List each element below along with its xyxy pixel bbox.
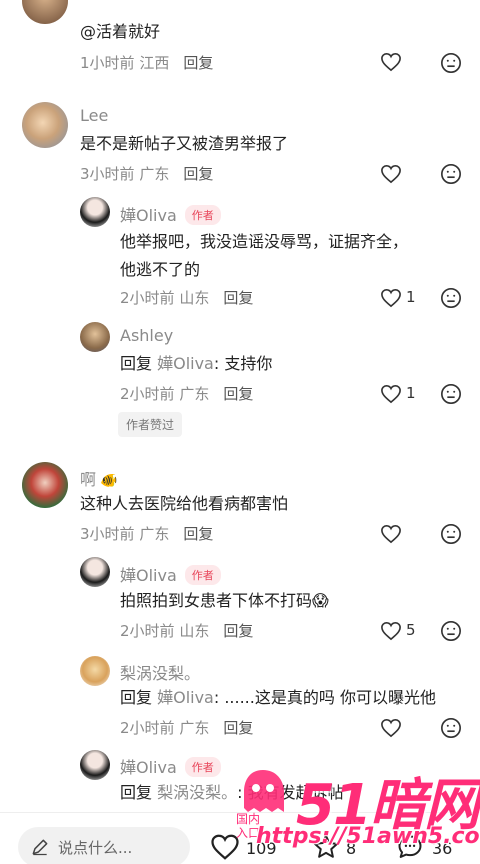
- commenter-name[interactable]: 嬅Oliva 作者: [120, 202, 221, 226]
- avatar[interactable]: [22, 462, 68, 508]
- reply-button[interactable]: 回复: [183, 525, 213, 543]
- meh-face-icon[interactable]: [440, 52, 462, 74]
- comment-input-placeholder: 说点什么...: [58, 839, 133, 857]
- comment-text: 这种人去医院给他看病都害怕: [80, 494, 289, 513]
- heart-icon[interactable]: [380, 164, 402, 184]
- star-icon[interactable]: [312, 833, 340, 861]
- reply-button[interactable]: 回复: [223, 289, 253, 307]
- meh-face-icon[interactable]: [440, 163, 462, 185]
- name-text[interactable]: 嬅Oliva: [120, 758, 177, 777]
- comment-region: 广东: [179, 385, 210, 403]
- name-text[interactable]: 嬅Oliva: [120, 206, 177, 225]
- comment-bubble-icon[interactable]: [396, 833, 424, 861]
- like-count: 1: [406, 384, 416, 402]
- comment-region: 江西: [139, 54, 170, 72]
- comment-time: 2小时前: [120, 622, 175, 640]
- avatar[interactable]: [22, 102, 68, 148]
- heart-icon[interactable]: [380, 52, 402, 72]
- reply-text: : ......这是真的吗 你可以曝光他: [213, 688, 436, 707]
- comment-meta: 3小时前 广东 回复: [80, 163, 213, 184]
- star-count: 8: [346, 839, 357, 858]
- comment-text: 回复 梨涡没梨。: 我有发起诉帖: [120, 779, 344, 807]
- meh-face-icon[interactable]: [440, 620, 462, 642]
- reply-button[interactable]: 回复: [223, 385, 253, 403]
- author-liked-badge: 作者赞过: [118, 412, 183, 437]
- comment-meta: 3小时前 广东 回复: [80, 523, 213, 544]
- meh-face-icon[interactable]: [440, 383, 462, 405]
- author-tag: 作者: [184, 757, 221, 777]
- comment-count: 36: [432, 839, 453, 858]
- comment-text: @活着就好: [80, 22, 161, 41]
- comment-body: 拍照拍到女患者下体不打码: [120, 591, 313, 610]
- commenter-name[interactable]: 嬅Oliva 作者: [120, 754, 221, 778]
- name-text[interactable]: 嬅Oliva: [120, 566, 177, 585]
- comment-text: 回复 嬅Oliva: 支持你: [120, 350, 272, 378]
- avatar[interactable]: [80, 656, 110, 686]
- reply-target[interactable]: 梨涡没梨。: [157, 783, 237, 802]
- reply-text: : 我有发起诉帖: [237, 783, 344, 802]
- commenter-name[interactable]: 嬅Oliva 作者: [120, 562, 221, 586]
- like-count: 1: [406, 288, 416, 306]
- comment-text: 是不是新帖子又被渣男举报了: [80, 134, 289, 153]
- comment-meta: 2小时前 山东 回复: [120, 287, 253, 308]
- avatar[interactable]: [22, 0, 68, 24]
- heart-icon[interactable]: [380, 621, 402, 641]
- comment-region: 山东: [179, 622, 210, 640]
- reply-prefix: 回复: [120, 688, 158, 707]
- comment-time: 1小时前: [80, 54, 135, 72]
- meh-face-icon[interactable]: [440, 717, 462, 739]
- reply-button[interactable]: 回复: [223, 622, 253, 640]
- heart-icon[interactable]: [380, 718, 402, 738]
- comment-time: 2小时前: [120, 289, 175, 307]
- avatar[interactable]: [80, 750, 110, 780]
- pen-icon: [32, 839, 48, 856]
- comment-meta: 2小时前 广东 回复: [120, 717, 253, 738]
- avatar[interactable]: [80, 197, 110, 227]
- comment-region: 广东: [179, 719, 210, 737]
- heart-icon[interactable]: [380, 524, 402, 544]
- commenter-name[interactable]: Lee: [80, 106, 108, 125]
- bottom-action-bar: 说点什么... 109 8 36: [0, 812, 480, 864]
- comment-text: 他举报吧，我没造谣没辱骂，证据齐全，他逃不了的: [120, 232, 409, 279]
- comment-region: 广东: [139, 165, 170, 183]
- comment-region: 广东: [139, 525, 170, 543]
- comment-meta: 2小时前 广东 回复: [120, 383, 253, 404]
- scream-emoji-icon: 😱: [312, 591, 329, 610]
- commenter-name[interactable]: 梨涡没梨。: [120, 660, 200, 684]
- reply-text: : 支持你: [213, 354, 273, 373]
- like-count: 109: [246, 839, 277, 858]
- reply-target[interactable]: 嬅Oliva: [157, 688, 214, 707]
- comment-time: 2小时前: [120, 719, 175, 737]
- comment-meta: 2小时前 山东 回复: [120, 620, 253, 641]
- comment-text: 拍照拍到女患者下体不打码😱: [120, 587, 329, 615]
- reply-prefix: 回复: [120, 783, 158, 802]
- like-heart-icon[interactable]: [210, 833, 240, 861]
- name-text[interactable]: 啊: [80, 470, 96, 489]
- avatar[interactable]: [80, 557, 110, 587]
- commenter-name[interactable]: 啊 🐠: [80, 466, 117, 490]
- comment-region: 山东: [179, 289, 210, 307]
- comment-time: 3小时前: [80, 165, 135, 183]
- reply-prefix: 回复: [120, 354, 158, 373]
- reply-button[interactable]: 回复: [183, 54, 213, 72]
- like-count: 5: [406, 621, 416, 639]
- reply-button[interactable]: 回复: [183, 165, 213, 183]
- comment-time: 3小时前: [80, 525, 135, 543]
- reply-button[interactable]: 回复: [223, 719, 253, 737]
- avatar[interactable]: [80, 322, 110, 352]
- heart-icon[interactable]: [380, 384, 402, 404]
- comment-text: 回复 嬅Oliva: ......这是真的吗 你可以曝光他: [120, 684, 436, 712]
- comment-meta: 1小时前 江西 回复: [80, 52, 213, 73]
- meh-face-icon[interactable]: [440, 523, 462, 545]
- fish-emoji-icon: 🐠: [100, 473, 118, 489]
- comment-input[interactable]: 说点什么...: [18, 827, 190, 864]
- reply-target[interactable]: 嬅Oliva: [157, 354, 214, 373]
- commenter-name[interactable]: Ashley: [120, 326, 173, 345]
- heart-icon[interactable]: [380, 288, 402, 308]
- author-tag: 作者: [184, 205, 221, 225]
- author-tag: 作者: [184, 565, 221, 585]
- meh-face-icon[interactable]: [440, 287, 462, 309]
- comment-time: 2小时前: [120, 385, 175, 403]
